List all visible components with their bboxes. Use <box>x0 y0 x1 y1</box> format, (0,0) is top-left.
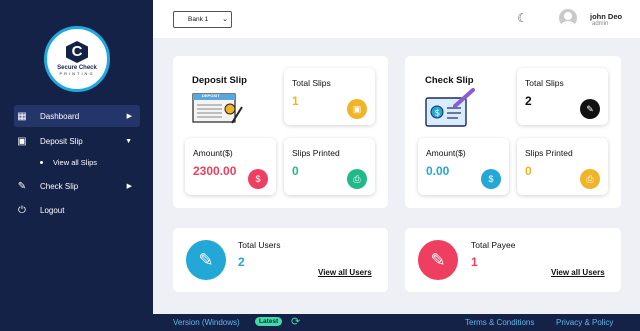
deposit-printed-value: 0 <box>292 164 299 178</box>
deposit-icon: ▣ <box>347 99 367 119</box>
user-role: admin <box>592 21 609 27</box>
check-printed-value: 0 <box>525 164 532 178</box>
privacy-link[interactable]: Privacy & Policy <box>556 318 613 327</box>
sidebar-item-check-slip[interactable]: ✎ Check Slip ▶ <box>14 175 140 197</box>
logo-mark-icon: C <box>66 41 88 63</box>
sidebar-item-label: Logout <box>40 205 65 215</box>
check-amount-value: 0.00 <box>426 164 450 178</box>
topbar: Bank 1 ⌄ ☾ john Deo admin <box>153 0 640 38</box>
deposit-amount-value: 2300.00 <box>193 164 237 178</box>
footer: Version (Windows) Latest ⟳ Terms & Condi… <box>153 314 640 331</box>
sidebar-item-dashboard[interactable]: ▦ Dashboard ▶ <box>14 105 140 127</box>
sidebar-subitem-label: View all Slips <box>53 158 98 167</box>
payee-edit-icon: ✎ <box>418 240 458 280</box>
deposit-printed-label: Slips Printed <box>292 148 340 158</box>
edit-icon: ✎ <box>580 99 600 119</box>
total-payee-label: Total Payee <box>471 240 516 250</box>
deposit-total-slips-card: Total Slips 1 ▣ <box>284 68 375 125</box>
brand-sub: PRINTING <box>59 71 95 76</box>
total-payee-value: 1 <box>471 255 478 269</box>
printer-icon: ⎙ <box>347 169 367 189</box>
check-slip-illustration-icon: $ <box>425 88 477 135</box>
sidebar-subitem-view-all-slips[interactable]: View all Slips <box>40 158 97 167</box>
total-users-label: Total Users <box>238 240 281 250</box>
check-printed-card: Slips Printed 0 ⎙ <box>517 138 608 195</box>
printer-icon: ⎙ <box>580 169 600 189</box>
check-amount-label: Amount($) <box>426 148 466 158</box>
total-users-value: 2 <box>238 255 245 269</box>
deposit-amount-card: Amount($) 2300.00 $ <box>185 138 276 195</box>
sync-icon[interactable]: ⟳ <box>291 315 300 328</box>
deposit-slip-illustration-label: DEPOSIT <box>202 93 220 98</box>
brand-logo[interactable]: C Secure Check PRINTING <box>44 26 110 92</box>
power-icon: ⏻ <box>18 204 26 216</box>
check-slip-title: Check Slip <box>425 75 474 86</box>
theme-toggle-moon-icon[interactable]: ☾ <box>517 11 528 25</box>
view-all-users-link[interactable]: View all Users <box>318 268 372 277</box>
bullet-icon <box>40 161 43 164</box>
users-edit-icon: ✎ <box>186 240 226 280</box>
avatar-body <box>561 21 575 27</box>
edit-icon: ✎ <box>17 180 27 192</box>
check-slip-panel: Check Slip $ Total Slips 2 ✎ Amount($) 0… <box>405 56 621 208</box>
view-all-payee-link[interactable]: View all Users <box>551 268 605 277</box>
total-users-panel: ✎ Total Users 2 View all Users <box>173 228 388 292</box>
deposit-amount-label: Amount($) <box>193 148 233 158</box>
version-label: Version (Windows) <box>173 318 240 327</box>
latest-badge: Latest <box>255 317 283 326</box>
avatar-head <box>564 12 572 20</box>
sidebar-item-label: Check Slip <box>40 181 79 191</box>
sidebar-item-deposit-slip[interactable]: ▣ Deposit Slip ▼ <box>14 130 140 152</box>
bank-select-value: Bank 1 <box>188 16 209 23</box>
deposit-icon: ▣ <box>17 135 27 147</box>
dollar-icon: $ <box>481 169 501 189</box>
user-name: john Deo <box>590 12 623 21</box>
terms-link[interactable]: Terms & Conditions <box>465 318 534 327</box>
svg-text:$: $ <box>435 109 441 119</box>
sidebar: C Secure Check PRINTING ▦ Dashboard ▶ ▣ … <box>0 0 153 331</box>
check-amount-card: Amount($) 0.00 $ <box>418 138 509 195</box>
chevron-right-icon: ▶ <box>126 183 132 190</box>
sidebar-item-label: Dashboard <box>40 111 80 121</box>
sidebar-item-logout[interactable]: ⏻ Logout <box>14 199 140 221</box>
avatar[interactable] <box>559 9 577 27</box>
grid-icon: ▦ <box>17 110 27 122</box>
total-payee-panel: ✎ Total Payee 1 View all Users <box>405 228 621 292</box>
deposit-printed-card: Slips Printed 0 ⎙ <box>284 138 375 195</box>
chevron-down-icon: ⌄ <box>222 16 228 23</box>
deposit-slip-panel: Deposit Slip DEPOSIT Total Slips 1 ▣ Amo… <box>173 56 388 208</box>
sidebar-item-label: Deposit Slip <box>40 136 83 146</box>
deposit-total-slips-label: Total Slips <box>292 78 331 88</box>
check-total-slips-label: Total Slips <box>525 78 564 88</box>
check-total-slips-value: 2 <box>525 94 532 108</box>
bank-select[interactable]: Bank 1 ⌄ <box>173 11 232 28</box>
check-printed-label: Slips Printed <box>525 148 573 158</box>
deposit-total-slips-value: 1 <box>292 94 299 108</box>
deposit-slip-title: Deposit Slip <box>192 75 247 86</box>
dollar-icon: $ <box>248 169 268 189</box>
chevron-down-icon: ▼ <box>125 137 132 145</box>
deposit-slip-illustration-icon <box>192 93 244 130</box>
check-total-slips-card: Total Slips 2 ✎ <box>517 68 608 125</box>
chevron-right-icon: ▶ <box>126 113 132 120</box>
